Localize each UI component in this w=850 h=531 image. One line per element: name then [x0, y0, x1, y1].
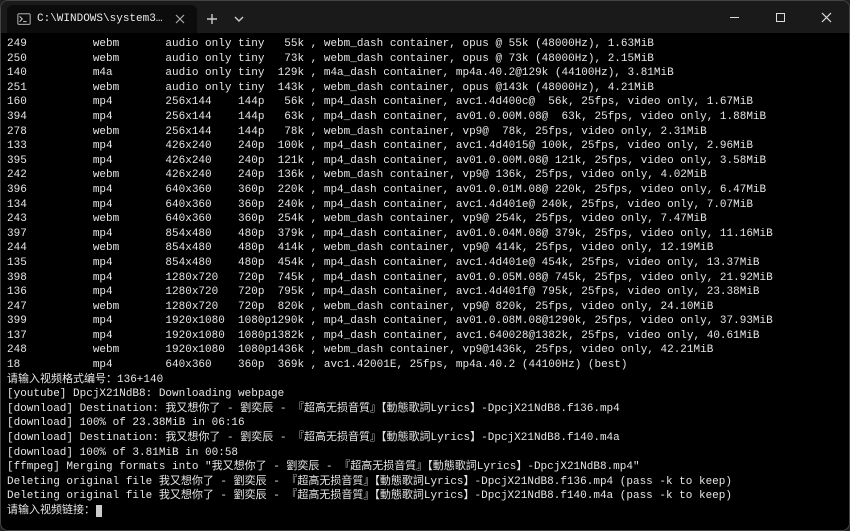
terminal-output[interactable]: 249 webm audio only tiny 55k , webm_dash… — [1, 33, 849, 530]
minimize-icon — [729, 12, 740, 23]
prompt-line: 请输入视频链接： — [7, 505, 95, 517]
tab-dropdown-button[interactable] — [227, 5, 251, 33]
minimize-button[interactable] — [711, 1, 757, 33]
tabs-area: C:\WINDOWS\system32\cmd. — [1, 1, 251, 33]
tab-label: C:\WINDOWS\system32\cmd. — [37, 13, 167, 25]
cmd-icon — [17, 12, 31, 26]
close-button[interactable] — [803, 1, 849, 33]
new-tab-button[interactable] — [197, 5, 227, 33]
close-icon — [821, 12, 832, 23]
maximize-button[interactable] — [757, 1, 803, 33]
tab-close-button[interactable] — [173, 12, 187, 26]
terminal-window: C:\WINDOWS\system32\cmd. 249 — [0, 0, 850, 531]
cursor — [96, 505, 102, 517]
window-controls — [711, 1, 849, 33]
chevron-down-icon — [234, 14, 244, 24]
plus-icon — [206, 13, 218, 25]
tab-active[interactable]: C:\WINDOWS\system32\cmd. — [7, 5, 197, 33]
titlebar: C:\WINDOWS\system32\cmd. — [1, 1, 849, 33]
maximize-icon — [775, 12, 786, 23]
